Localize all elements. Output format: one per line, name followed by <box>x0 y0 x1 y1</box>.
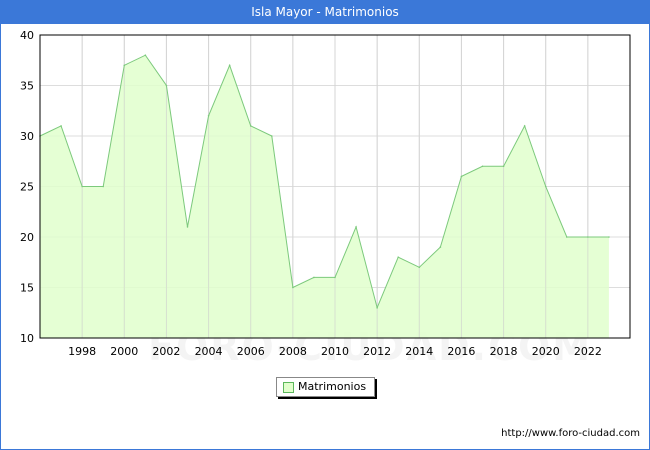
x-tick-label: 2022 <box>574 345 602 358</box>
x-tick-label: 2020 <box>532 345 560 358</box>
y-tick-label: 15 <box>20 282 34 295</box>
x-tick-label: 2018 <box>490 345 518 358</box>
x-tick-label: 2016 <box>447 345 475 358</box>
data-point-2011 <box>355 226 357 228</box>
legend: Matrimonios <box>276 377 375 397</box>
data-point-2020 <box>544 185 547 188</box>
legend-swatch <box>283 382 294 393</box>
data-point-2018 <box>502 165 505 168</box>
x-tick-label: 2006 <box>237 345 265 358</box>
x-tick-label: 2012 <box>363 345 391 358</box>
data-point-2008 <box>292 286 294 289</box>
data-point-2003 <box>186 226 189 228</box>
y-tick-label: 20 <box>20 231 34 244</box>
data-point-2009 <box>313 276 315 279</box>
data-point-2013 <box>397 256 400 259</box>
data-point-2010 <box>334 276 336 279</box>
y-tick-label: 35 <box>20 80 34 93</box>
data-point-2016 <box>460 175 463 178</box>
data-point-2000 <box>123 64 126 67</box>
y-tick-label: 40 <box>20 29 34 42</box>
x-tick-label: 2002 <box>152 345 180 358</box>
y-tick-label: 25 <box>20 181 34 194</box>
data-point-2022 <box>587 236 589 238</box>
source-url[interactable]: http://www.foro-ciudad.com <box>501 428 640 439</box>
data-point-2014 <box>418 266 421 269</box>
y-tick-label: 30 <box>20 130 34 143</box>
data-point-1999 <box>102 185 105 188</box>
y-tick-label: 10 <box>20 332 34 345</box>
x-tick-label: 2014 <box>405 345 433 358</box>
data-point-2001 <box>144 54 147 56</box>
data-point-2017 <box>481 165 484 168</box>
data-point-2021 <box>565 236 568 238</box>
data-point-1998 <box>81 185 83 188</box>
data-point-2005 <box>228 64 231 67</box>
x-tick-label: 2008 <box>279 345 307 358</box>
data-point-2019 <box>523 125 526 127</box>
data-point-1997 <box>60 125 62 127</box>
series-area-matrimonios <box>40 55 609 338</box>
x-tick-label: 2004 <box>195 345 223 358</box>
x-tick-label: 2010 <box>321 345 349 358</box>
x-tick-label: 2000 <box>110 345 138 358</box>
data-point-2002 <box>165 84 168 87</box>
x-tick-label: 1998 <box>68 345 96 358</box>
data-point-2023 <box>608 236 610 238</box>
data-point-2004 <box>207 115 210 117</box>
data-point-2007 <box>270 135 273 137</box>
data-point-2015 <box>439 246 442 248</box>
data-point-2006 <box>249 125 252 127</box>
data-point-2012 <box>376 306 378 309</box>
legend-label: Matrimonios <box>298 380 367 393</box>
